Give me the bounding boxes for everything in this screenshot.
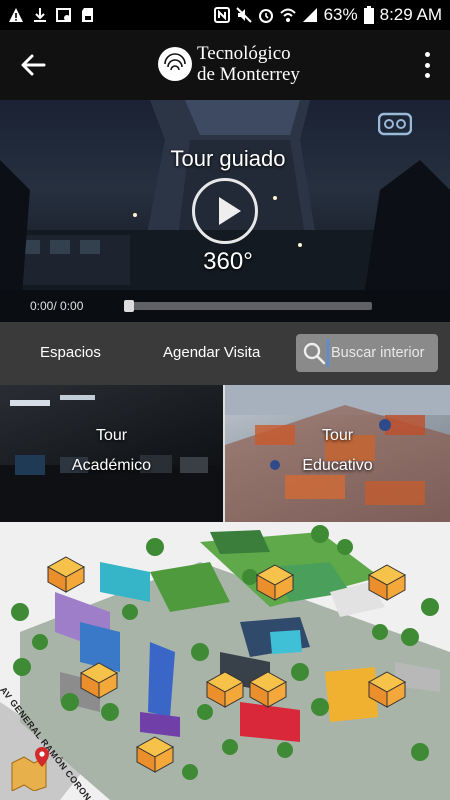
search-input[interactable] bbox=[327, 339, 435, 367]
nfc-icon bbox=[213, 7, 230, 23]
alarm-icon bbox=[258, 9, 273, 23]
play-icon[interactable] bbox=[192, 178, 258, 244]
tour-tiles: Tour Académico Tour Educativo bbox=[0, 385, 450, 522]
brand-name: Tecnológico de Monterrey bbox=[197, 43, 300, 85]
arrow-left-icon[interactable] bbox=[18, 50, 48, 80]
battery-icon bbox=[363, 6, 374, 24]
search-box[interactable] bbox=[296, 334, 438, 372]
image-icon bbox=[56, 8, 71, 22]
status-bar-system: 63% 8:29 AM bbox=[213, 5, 442, 25]
brand-line-2: de Monterrey bbox=[197, 64, 300, 85]
tour-title: Tour guiado bbox=[170, 146, 286, 171]
clock: 8:29 AM bbox=[379, 5, 442, 24]
nav-tabs: Espacios Agendar Visita bbox=[0, 322, 450, 385]
mute-icon bbox=[235, 7, 252, 23]
tile-academico-line2: Académico bbox=[71, 457, 152, 474]
map-pin-icon[interactable] bbox=[10, 745, 56, 791]
tec-logo-icon bbox=[158, 47, 192, 81]
video-seekbar[interactable] bbox=[124, 300, 372, 312]
vr-headset-icon[interactable] bbox=[378, 112, 412, 136]
campus-map[interactable]: AV GENERAL RAMÓN CORONA bbox=[0, 522, 450, 800]
app-bar: Tecnológico de Monterrey bbox=[0, 30, 450, 100]
wifi-icon bbox=[279, 8, 296, 22]
tour-360-label: 360° bbox=[203, 248, 253, 275]
download-icon bbox=[34, 8, 46, 22]
tile-educativo-line2: Educativo bbox=[302, 457, 373, 474]
brand-line-1: Tecnológico bbox=[197, 43, 291, 64]
campus-map-illustration bbox=[0, 522, 450, 800]
tab-espacios[interactable]: Espacios bbox=[40, 344, 101, 361]
triangle-alert-icon bbox=[9, 8, 23, 22]
battery-percent: 63% bbox=[323, 5, 358, 24]
tile-educativo-line1: Tour bbox=[321, 427, 354, 444]
status-bar-notifications bbox=[8, 7, 96, 23]
status-bar: 63% 8:29 AM bbox=[0, 0, 450, 30]
video-player[interactable]: Tour guiado 360° 0:00/ 0:00 bbox=[0, 100, 450, 322]
sd-card-icon bbox=[82, 8, 93, 22]
tab-agendar-visita[interactable]: Agendar Visita bbox=[163, 344, 260, 361]
signal-icon bbox=[302, 8, 317, 22]
tile-academico-line1: Tour bbox=[95, 427, 128, 444]
search-icon[interactable] bbox=[302, 341, 326, 365]
tile-tour-educativo[interactable]: Tour Educativo bbox=[225, 385, 450, 522]
video-timecode: 0:00/ 0:00 bbox=[30, 299, 84, 313]
tile-tour-academico[interactable]: Tour Académico bbox=[0, 385, 225, 522]
more-vertical-icon[interactable] bbox=[422, 52, 432, 78]
